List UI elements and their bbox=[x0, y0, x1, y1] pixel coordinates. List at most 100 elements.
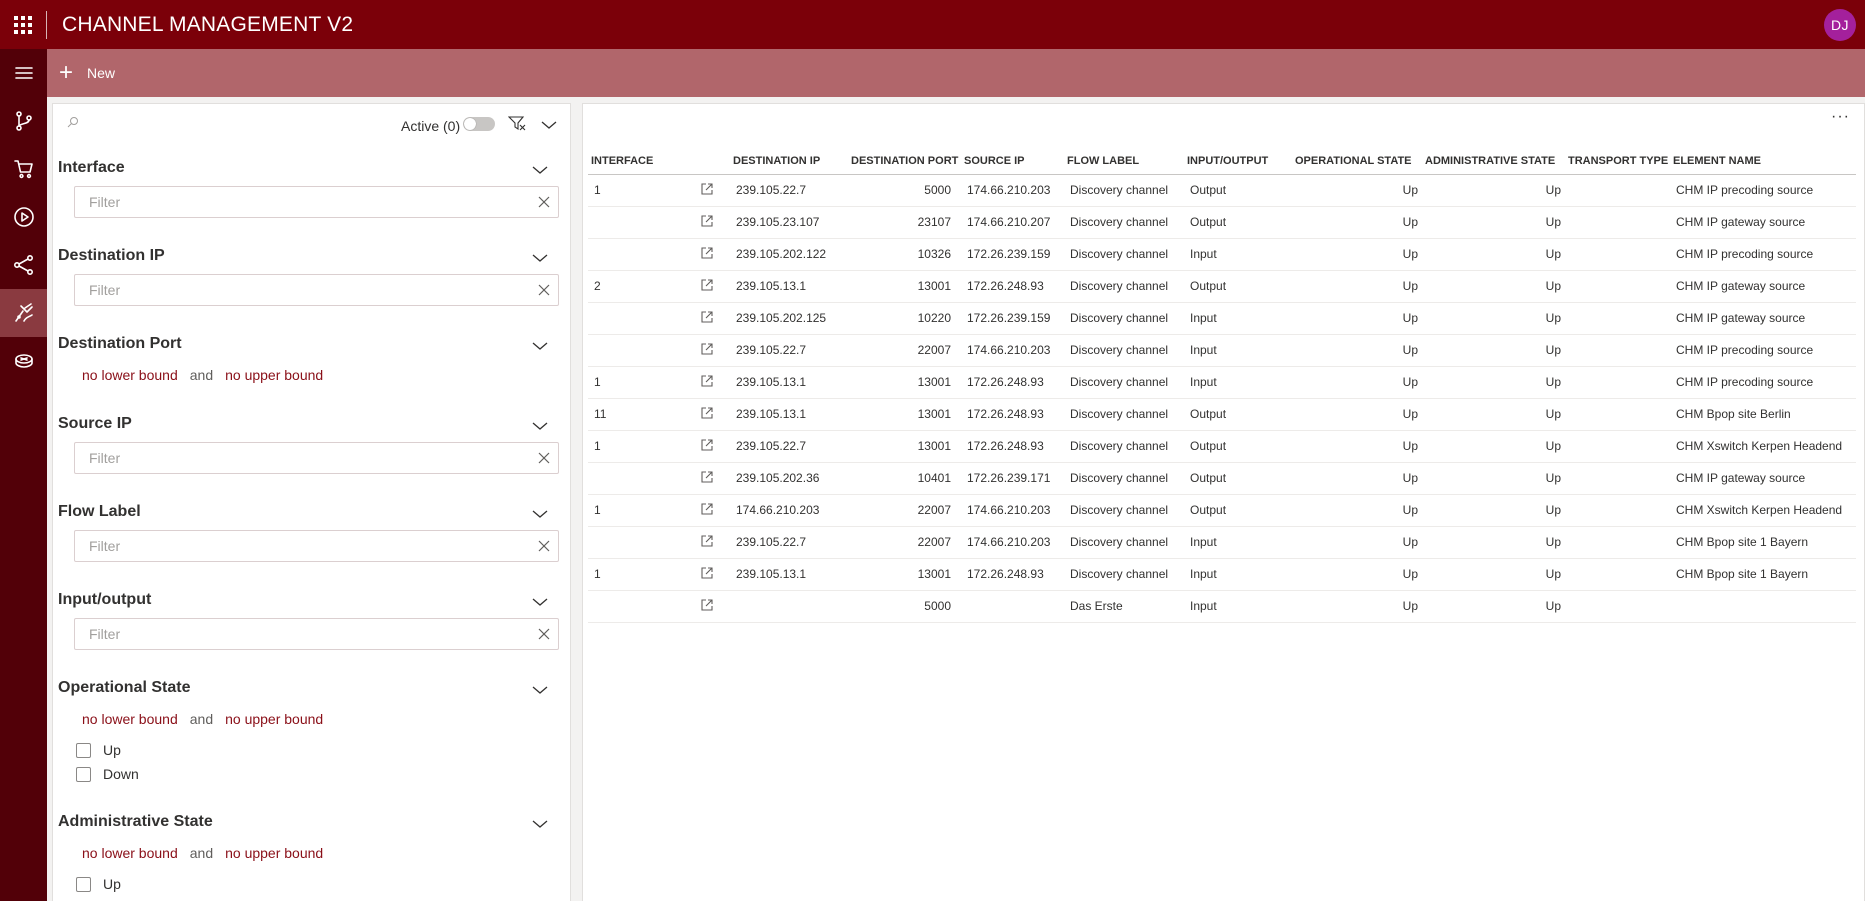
open-in-new-icon[interactable] bbox=[700, 182, 714, 199]
open-in-new-icon[interactable] bbox=[700, 534, 714, 551]
cell-flow-label: Discovery channel bbox=[1064, 494, 1184, 527]
cell-destination-port: 10220 bbox=[848, 302, 961, 335]
administrative-state-option-up[interactable]: Up bbox=[53, 872, 570, 896]
cell-transport-type bbox=[1565, 590, 1670, 623]
cell-interface bbox=[588, 334, 694, 367]
open-in-new-icon[interactable] bbox=[700, 566, 714, 583]
table-row[interactable]: 239.105.202.36 10401 172.26.239.171 Discove… bbox=[588, 462, 1856, 495]
new-button[interactable]: + New bbox=[59, 61, 115, 85]
flow-label-filter-input[interactable] bbox=[75, 531, 515, 561]
input-output-filter-input[interactable] bbox=[75, 619, 515, 649]
cell-destination-port: 5000 bbox=[848, 590, 961, 623]
column-header-operational-state[interactable]: OPERATIONAL STATE bbox=[1292, 148, 1422, 175]
user-avatar[interactable]: DJ bbox=[1824, 9, 1856, 41]
filter-panel-header: Active (0) bbox=[53, 104, 570, 146]
cell-input-output: Input bbox=[1184, 366, 1292, 399]
table-row[interactable]: 1 239.105.13.1 13001 172.26.248.93 Discovery… bbox=[588, 366, 1856, 399]
table-row[interactable]: 1 239.105.22.7 13001 172.26.248.93 Discovery… bbox=[588, 430, 1856, 463]
open-in-new-icon[interactable] bbox=[700, 310, 714, 327]
column-header-element-name[interactable]: ELEMENT NAME bbox=[1670, 148, 1856, 175]
open-in-new-icon[interactable] bbox=[700, 214, 714, 231]
column-header-transport-type[interactable]: TRANSPORT TYPE bbox=[1565, 148, 1670, 175]
upper-bound-link[interactable]: no upper bound bbox=[225, 367, 323, 383]
share-icon[interactable] bbox=[0, 241, 47, 289]
chevron-down-icon[interactable] bbox=[532, 162, 548, 180]
operational-state-option-down[interactable]: Down bbox=[53, 762, 570, 786]
play-icon[interactable] bbox=[0, 193, 47, 241]
upper-bound-link[interactable]: no upper bound bbox=[225, 711, 323, 727]
column-header-destination-port[interactable]: DESTINATION PORT bbox=[848, 148, 961, 175]
table-row[interactable]: 11 239.105.13.1 13001 172.26.248.93 Discover… bbox=[588, 398, 1856, 431]
chevron-down-icon[interactable] bbox=[532, 682, 548, 700]
chevron-down-icon[interactable] bbox=[532, 418, 548, 436]
chevron-down-icon[interactable] bbox=[541, 117, 557, 135]
active-filters-toggle[interactable] bbox=[463, 117, 495, 131]
table-row[interactable]: 5000 Das Erste Input Up Up bbox=[588, 590, 1856, 623]
column-header-interface[interactable]: INTERFACE bbox=[588, 148, 694, 175]
open-in-new-icon[interactable] bbox=[700, 598, 714, 615]
close-icon[interactable] bbox=[537, 451, 551, 470]
open-in-new-icon[interactable] bbox=[700, 246, 714, 263]
open-in-new-icon[interactable] bbox=[700, 342, 714, 359]
section-title: Interface bbox=[58, 159, 125, 176]
cell-administrative-state: Up bbox=[1422, 366, 1565, 399]
chevron-down-icon[interactable] bbox=[532, 594, 548, 612]
column-header-destination-ip[interactable]: DESTINATION IP bbox=[730, 148, 848, 175]
filter-section-destination-port: Destination Port no lower bound and no u… bbox=[53, 322, 570, 402]
close-icon[interactable] bbox=[537, 283, 551, 302]
column-header-source-ip[interactable]: SOURCE IP bbox=[961, 148, 1064, 175]
lower-bound-link[interactable]: no lower bound bbox=[82, 845, 178, 861]
close-icon[interactable] bbox=[537, 195, 551, 214]
table-row[interactable]: 239.105.22.7 22007 174.66.210.203 Discovery… bbox=[588, 334, 1856, 367]
column-header-administrative-state[interactable]: ADMINISTRATIVE STATE bbox=[1422, 148, 1565, 175]
lower-bound-link[interactable]: no lower bound bbox=[82, 367, 178, 383]
open-in-new-icon[interactable] bbox=[700, 470, 714, 487]
cell-operational-state: Up bbox=[1292, 366, 1422, 399]
cell-destination-port: 22007 bbox=[848, 494, 961, 527]
clear-filter-icon[interactable] bbox=[507, 115, 526, 136]
table-row[interactable]: 239.105.202.125 10220 172.26.239.159 Discov… bbox=[588, 302, 1856, 335]
column-header-input-output[interactable]: INPUT/OUTPUT bbox=[1184, 148, 1292, 175]
destination-ip-filter-input[interactable] bbox=[75, 275, 515, 305]
table-row[interactable]: 239.105.22.7 22007 174.66.210.203 Discovery… bbox=[588, 526, 1856, 559]
open-in-new-icon[interactable] bbox=[700, 406, 714, 423]
open-in-new-icon[interactable] bbox=[700, 374, 714, 391]
section-title: Input/output bbox=[58, 591, 152, 608]
app-launcher-icon[interactable] bbox=[0, 0, 46, 49]
table-row[interactable]: 239.105.202.122 10326 172.26.239.159 Discov… bbox=[588, 238, 1856, 271]
column-header-flow-label[interactable]: FLOW LABEL bbox=[1064, 148, 1184, 175]
operational-state-option-up[interactable]: Up bbox=[53, 738, 570, 762]
checkbox[interactable] bbox=[76, 742, 91, 758]
chevron-down-icon[interactable] bbox=[532, 816, 548, 834]
checkbox[interactable] bbox=[76, 766, 91, 782]
close-icon[interactable] bbox=[537, 539, 551, 558]
menu-icon[interactable] bbox=[0, 49, 47, 97]
cart-icon[interactable] bbox=[0, 145, 47, 193]
interface-filter-input[interactable] bbox=[75, 187, 515, 217]
table-row[interactable]: 239.105.23.107 23107 174.66.210.207 Discove… bbox=[588, 206, 1856, 239]
checkbox[interactable] bbox=[76, 876, 91, 892]
close-icon[interactable] bbox=[537, 627, 551, 646]
cell-operational-state: Up bbox=[1292, 430, 1422, 463]
table-row[interactable]: 1 239.105.22.7 5000 174.66.210.203 Discovery… bbox=[588, 174, 1856, 207]
router-icon[interactable] bbox=[0, 337, 47, 385]
open-in-new-icon[interactable] bbox=[700, 278, 714, 295]
flask-icon[interactable] bbox=[0, 289, 47, 337]
chevron-down-icon[interactable] bbox=[532, 338, 548, 356]
cell-operational-state: Up bbox=[1292, 302, 1422, 335]
table-row[interactable]: 1 239.105.13.1 13001 172.26.248.93 Discovery… bbox=[588, 558, 1856, 591]
source-ip-filter-input[interactable] bbox=[75, 443, 515, 473]
more-options-icon[interactable]: ··· bbox=[1831, 108, 1850, 126]
chevron-down-icon[interactable] bbox=[532, 506, 548, 524]
cell-operational-state: Up bbox=[1292, 494, 1422, 527]
chevron-down-icon[interactable] bbox=[532, 250, 548, 268]
table-row[interactable]: 1 174.66.210.203 22007 174.66.210.203 Discov… bbox=[588, 494, 1856, 527]
search-icon[interactable] bbox=[67, 116, 79, 131]
branch-icon[interactable] bbox=[0, 97, 47, 145]
cell-element-name: CHM IP gateway source bbox=[1670, 302, 1856, 335]
lower-bound-link[interactable]: no lower bound bbox=[82, 711, 178, 727]
open-in-new-icon[interactable] bbox=[700, 438, 714, 455]
table-row[interactable]: 2 239.105.13.1 13001 172.26.248.93 Discovery… bbox=[588, 270, 1856, 303]
upper-bound-link[interactable]: no upper bound bbox=[225, 845, 323, 861]
open-in-new-icon[interactable] bbox=[700, 502, 714, 519]
